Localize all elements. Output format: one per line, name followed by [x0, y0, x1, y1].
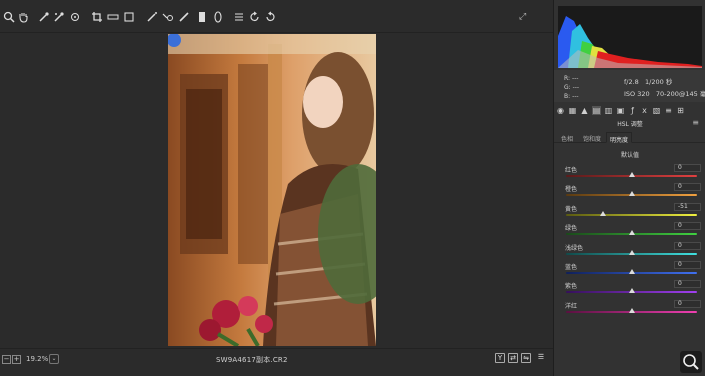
panel-menu-icon[interactable]: ≡	[692, 118, 699, 127]
file-name: SW9A4617副本.CR2	[216, 356, 288, 364]
slider-track[interactable]	[566, 213, 697, 216]
slider-thumb[interactable]	[628, 172, 635, 177]
rgb-label-r: R:	[564, 75, 571, 82]
top-toolbar: ⤢	[0, 0, 553, 33]
view-compare-button[interactable]: ⇄	[508, 353, 518, 363]
fullscreen-toggle-icon[interactable]: ⤢	[519, 12, 526, 22]
histogram	[558, 6, 702, 68]
tab-hue[interactable]: 色相	[558, 132, 576, 143]
lens-corrections-icon[interactable]: ▣	[616, 106, 625, 115]
camera-calibration-icon[interactable]: ▧	[652, 106, 661, 115]
panel-tabs-icons: ◉ ▦ ▲ ▤ ▥ ▣ ƒ x ▧ ≡ ⊞	[556, 104, 704, 116]
slider-label: 紫色	[565, 283, 578, 291]
metadata-info: R: --- G: --- B: --- f/2.8 1/200 秒 ISO 3…	[554, 70, 705, 102]
slider-thumb[interactable]	[628, 249, 635, 255]
slider-value-field[interactable]: 0	[674, 164, 701, 172]
slider-label: 绿色	[565, 225, 578, 233]
slider-row: 洋红 0	[554, 299, 705, 319]
slider-label: 浅绿色	[565, 244, 584, 252]
hsl-tabs: 色相 饱和度 明亮度	[554, 132, 705, 144]
slider-label: 蓝色	[565, 263, 578, 271]
photo-preview	[168, 34, 376, 346]
spot-removal-tool-icon[interactable]	[146, 11, 158, 23]
hsl-sliders: 红色 0 橙色 0 黄色 -51 绿色 0 浅绿色 0 蓝色 0 紫色 0 洋红 0	[554, 164, 705, 319]
preferences-icon[interactable]	[233, 11, 245, 23]
slider-thumb[interactable]	[599, 210, 606, 216]
rgb-value-b: ---	[572, 93, 579, 100]
tone-curve-icon[interactable]: ▦	[568, 106, 577, 115]
basic-panel-icon[interactable]: ◉	[556, 106, 565, 115]
slider-row: 紫色 0	[554, 280, 705, 299]
rgb-value-r: ---	[571, 75, 579, 82]
crop-tool-icon[interactable]	[91, 11, 103, 23]
straighten-tool-icon[interactable]	[107, 11, 119, 23]
rgb-label-g: G:	[564, 84, 571, 91]
slider-label: 洋红	[565, 302, 578, 310]
rotate-cw-icon[interactable]	[264, 11, 276, 23]
split-toning-icon[interactable]: ▥	[604, 106, 613, 115]
detail-icon[interactable]: ▲	[580, 106, 589, 115]
slider-row: 红色 0	[554, 164, 705, 183]
zoom-tool-icon[interactable]	[3, 11, 15, 23]
zoom-level: 19.2%	[26, 355, 49, 363]
slider-row: 橙色 0	[554, 183, 705, 202]
hand-tool-icon[interactable]	[17, 11, 29, 23]
slider-row: 浅绿色 0	[554, 241, 705, 261]
loupe-button[interactable]	[680, 351, 702, 373]
slider-value-field[interactable]: 0	[674, 183, 701, 192]
adjustment-brush-tool-icon[interactable]	[178, 11, 190, 23]
radial-filter-tool-icon[interactable]	[212, 11, 224, 23]
white-balance-tool-icon[interactable]	[38, 11, 50, 23]
slider-label: 红色	[565, 167, 578, 174]
panel-title: HSL 调整	[617, 121, 643, 128]
view-swap-button[interactable]: ⇋	[521, 353, 531, 363]
calibration-icon[interactable]: x	[640, 106, 649, 115]
transform-tool-icon[interactable]	[123, 11, 135, 23]
bottom-status-bar: − + 19.2% ⌄ SW9A4617副本.CR2 Y ⇄ ⇋ ☰	[0, 348, 553, 376]
slider-row: 蓝色 0	[554, 260, 705, 280]
targeted-adjustment-tool-icon[interactable]	[69, 11, 81, 23]
lens-info: 70-200@145 毫米	[655, 90, 705, 98]
aperture: f/2.8	[624, 78, 639, 86]
graduated-filter-tool-icon[interactable]	[196, 11, 208, 23]
slider-value-field[interactable]: 0	[674, 241, 701, 250]
slider-value-field[interactable]: 0	[674, 260, 701, 269]
slider-row: 绿色 0	[554, 222, 705, 241]
slider-value-field[interactable]: 0	[674, 299, 701, 308]
image-workspace	[0, 33, 553, 348]
shutter-speed: 1/200 秒	[645, 78, 673, 86]
view-y-button[interactable]: Y	[495, 353, 505, 363]
slider-thumb[interactable]	[628, 307, 635, 313]
settings-icon[interactable]: ☰	[536, 353, 546, 363]
slider-label: 黄色	[565, 205, 578, 213]
red-eye-tool-icon[interactable]	[162, 11, 174, 23]
presets-icon[interactable]: ≡	[664, 106, 673, 115]
slider-thumb[interactable]	[628, 230, 635, 236]
slider-value-field[interactable]: -51	[674, 202, 701, 211]
slider-row: 黄色 -51	[554, 202, 705, 222]
tab-luminance[interactable]: 明亮度	[606, 132, 633, 144]
slider-thumb[interactable]	[628, 288, 635, 294]
rgb-value-g: ---	[572, 84, 580, 91]
snapshots-icon[interactable]: ⊞	[676, 106, 685, 115]
hsl-panel-icon[interactable]: ▤	[592, 105, 601, 115]
rgb-label-b: B:	[564, 93, 571, 100]
slider-thumb[interactable]	[628, 268, 635, 274]
slider-value-field[interactable]: 0	[674, 280, 701, 289]
default-link[interactable]: 默认值	[554, 150, 705, 159]
color-sampler-tool-icon[interactable]	[53, 11, 65, 23]
tab-saturation[interactable]: 饱和度	[580, 132, 604, 143]
zoom-dropdown[interactable]: ⌄	[49, 354, 59, 364]
right-panel: R: --- G: --- B: --- f/2.8 1/200 秒 ISO 3…	[553, 0, 705, 376]
rotate-ccw-icon[interactable]	[249, 11, 261, 23]
slider-thumb[interactable]	[628, 191, 635, 197]
zoom-in-button[interactable]: +	[12, 355, 21, 364]
effects-icon[interactable]: ƒ	[628, 106, 637, 115]
slider-label: 橙色	[565, 186, 578, 194]
iso: ISO 320	[624, 90, 650, 98]
slider-value-field[interactable]: 0	[674, 222, 701, 231]
zoom-out-button[interactable]: −	[2, 355, 11, 364]
